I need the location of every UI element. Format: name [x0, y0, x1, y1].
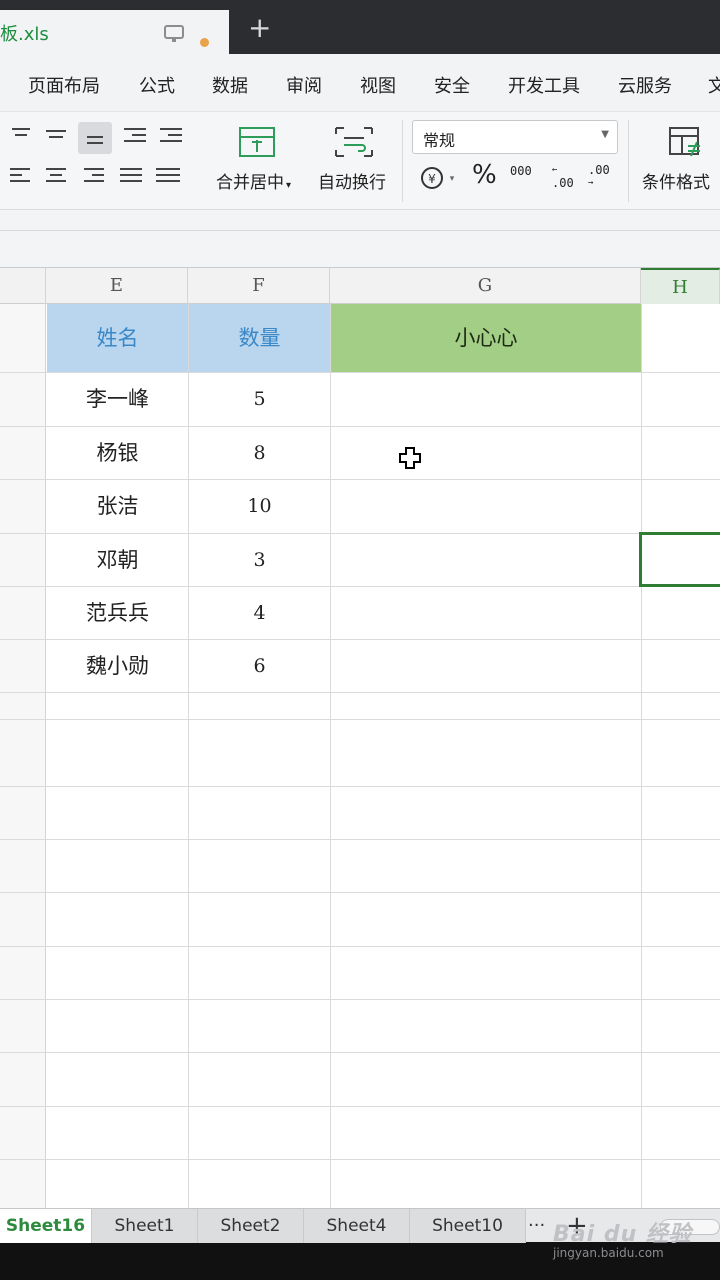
baidu-watermark-logo: Bai du 经验 [553, 1222, 692, 1247]
select-all-corner[interactable] [0, 268, 46, 304]
increase-decimal-label: .00 [552, 176, 574, 190]
ribbon-separator [628, 120, 629, 202]
table-cell-name[interactable]: 张洁 [47, 480, 188, 533]
distributed-align-icon[interactable] [156, 168, 184, 190]
ribbon-separator [402, 120, 403, 202]
gridline [0, 692, 720, 693]
column-header-g[interactable]: G [330, 268, 641, 304]
table-cell-qty[interactable]: 5 [189, 373, 330, 426]
gridline [0, 786, 720, 787]
column-header-f[interactable]: F [188, 268, 330, 304]
header-cell-hearts[interactable]: 小心心 [331, 304, 641, 372]
menu-page-layout[interactable]: 页面布局 [28, 72, 100, 98]
formula-bar[interactable] [0, 210, 720, 268]
align-right-icon[interactable] [84, 168, 112, 190]
column-header-e[interactable]: E [46, 268, 188, 304]
monitor-icon[interactable] [163, 24, 185, 44]
column-headers: E F G H [0, 268, 720, 304]
new-tab-button[interactable]: + [248, 14, 271, 42]
table-cell-qty[interactable]: 4 [189, 587, 330, 639]
baidu-watermark-url: jingyan.baidu.com [553, 1246, 664, 1260]
merge-dropdown-icon: ▾ [286, 180, 292, 191]
menu-view[interactable]: 视图 [360, 72, 396, 98]
menu-cloud[interactable]: 云服务 [618, 72, 672, 98]
chevron-down-icon: ▼ [601, 129, 609, 140]
table-cell-name[interactable]: 邓朝 [47, 534, 188, 586]
more-sheets-button[interactable]: ··· [528, 1215, 545, 1236]
align-middle-icon[interactable] [46, 130, 74, 152]
header-cell-qty[interactable]: 数量 [189, 304, 330, 372]
cell-cursor-icon [399, 447, 421, 469]
gridline [0, 999, 720, 1000]
gridline [0, 1159, 720, 1160]
active-cell-selection[interactable] [639, 532, 720, 587]
wrap-text-icon[interactable] [334, 126, 374, 158]
justify-icon[interactable] [120, 168, 148, 190]
table-cell-name[interactable]: 李一峰 [47, 373, 188, 426]
table-cell-qty[interactable]: 3 [189, 534, 330, 586]
conditional-format-icon[interactable] [668, 126, 704, 158]
sheet-tab-bar: Sheet16 Sheet1 Sheet2 Sheet4 Sheet10 ···… [0, 1208, 720, 1280]
gridline [0, 1106, 720, 1107]
gridline [0, 839, 720, 840]
decrease-indent-icon[interactable] [124, 128, 152, 150]
svg-text:▾: ▾ [450, 174, 455, 184]
merge-center-label: 合并居中 [216, 173, 284, 193]
menu-bar: 页面布局 公式 数据 审阅 视图 安全 开发工具 云服务 文 [0, 54, 720, 112]
gridline [0, 719, 720, 720]
currency-symbol: ¥ [428, 172, 436, 186]
sheet-tab[interactable]: Sheet2 [198, 1209, 304, 1243]
conditional-format-button[interactable]: 条件格式 [642, 168, 710, 193]
sheet-tab-active[interactable]: Sheet16 [0, 1209, 92, 1243]
menu-more[interactable]: 文 [708, 72, 720, 98]
increase-decimal-button[interactable]: ← .00 [552, 164, 576, 190]
unsaved-dot-icon [200, 38, 209, 47]
table-cell-name[interactable]: 杨银 [47, 427, 188, 479]
table-cell-qty[interactable]: 10 [189, 480, 330, 533]
number-format-value: 常规 [423, 131, 456, 150]
thousands-separator-button[interactable]: 000 [510, 164, 532, 178]
arrow-right-icon: → [588, 178, 594, 188]
sheet-tab[interactable]: Sheet4 [304, 1209, 410, 1243]
row-headers [0, 304, 46, 1208]
merge-center-button[interactable]: 合并居中 ▾ [216, 168, 291, 193]
document-tab-title: 板.xls [0, 24, 49, 45]
sheet-tab[interactable]: Sheet10 [410, 1209, 526, 1243]
decrease-decimal-button[interactable]: .00 → [588, 164, 612, 190]
gridline [0, 946, 720, 947]
wrap-text-button[interactable]: 自动换行 [318, 168, 386, 193]
ribbon-toolbar: 合并居中 ▾ 自动换行 常规 ▼ ¥ ▾ % 000 ← .00 .00 → 条件… [0, 112, 720, 210]
currency-icon[interactable]: ¥ ▾ [420, 165, 460, 191]
table-cell-qty[interactable]: 6 [189, 640, 330, 692]
percent-button[interactable]: % [472, 160, 497, 190]
align-center-icon[interactable] [46, 168, 74, 190]
column-header-h[interactable]: H [641, 268, 720, 304]
menu-security[interactable]: 安全 [434, 72, 470, 98]
align-left-icon[interactable] [10, 168, 38, 190]
table-cell-name[interactable]: 魏小勋 [47, 640, 188, 692]
gridline [641, 304, 642, 1208]
menu-formulas[interactable]: 公式 [139, 72, 175, 98]
decrease-decimal-label: .00 [588, 163, 610, 177]
gridline [330, 304, 331, 1208]
document-tab[interactable]: 板.xls [0, 10, 229, 54]
table-cell-qty[interactable]: 8 [189, 427, 330, 479]
table-cell-name[interactable]: 范兵兵 [47, 587, 188, 639]
merge-center-icon[interactable] [238, 126, 276, 158]
menu-data[interactable]: 数据 [212, 72, 248, 98]
formula-bar-divider [0, 230, 720, 231]
menu-review[interactable]: 审阅 [286, 72, 322, 98]
number-format-select[interactable]: 常规 ▼ [412, 120, 618, 154]
header-cell-name[interactable]: 姓名 [47, 304, 188, 372]
menu-developer[interactable]: 开发工具 [508, 72, 580, 98]
align-bottom-icon[interactable] [78, 122, 112, 154]
gridline [0, 1052, 720, 1053]
align-top-icon[interactable] [12, 128, 40, 150]
spreadsheet-grid[interactable]: 姓名 数量 小心心 李一峰 5 杨银 8 张洁 10 邓朝 3 范兵兵 4 魏小… [0, 304, 720, 1208]
title-tab-bar: 板.xls + [0, 0, 720, 54]
gridline [0, 892, 720, 893]
increase-indent-icon[interactable] [160, 128, 188, 150]
sheet-tab[interactable]: Sheet1 [92, 1209, 198, 1243]
